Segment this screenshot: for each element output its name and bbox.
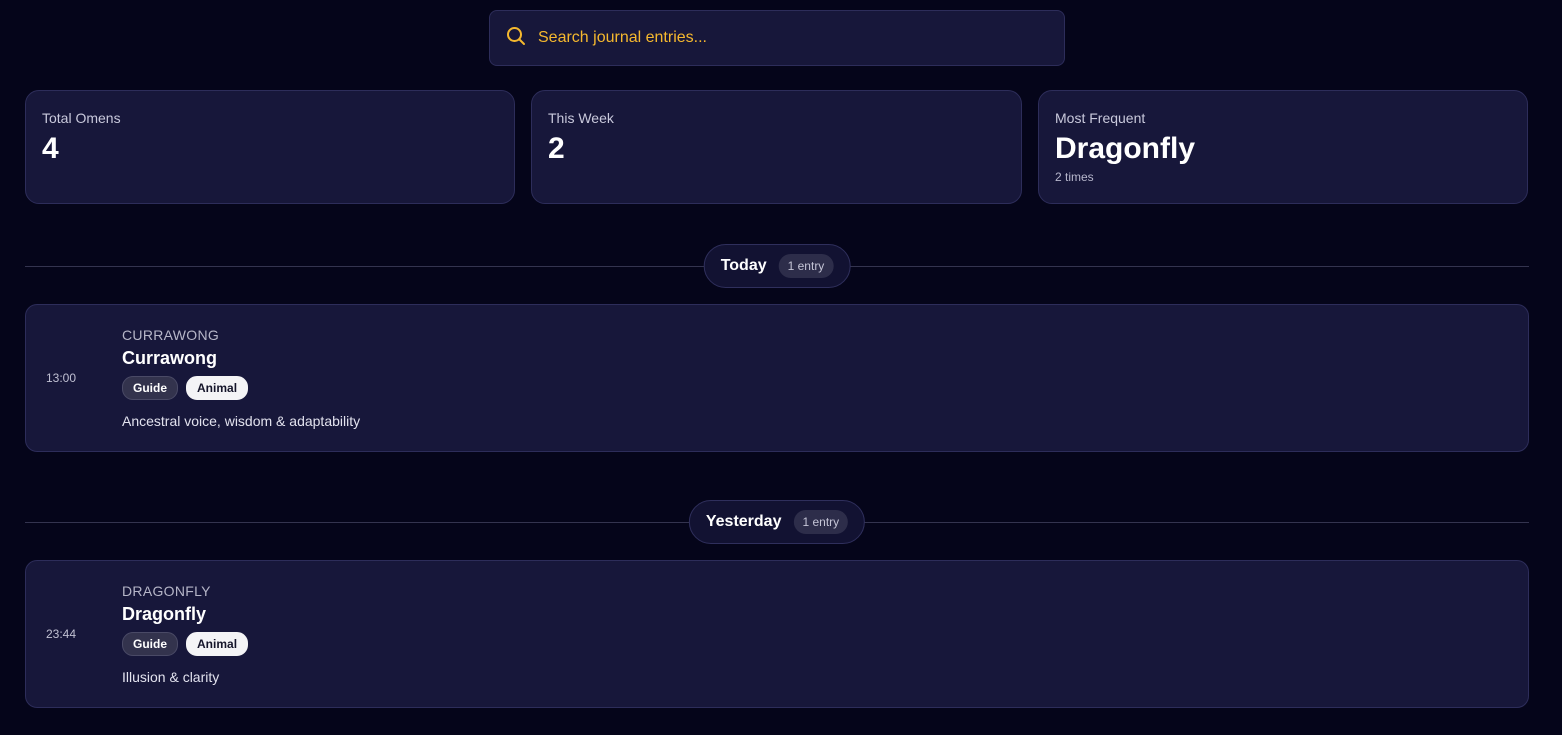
omen-journal-page: Total Omens 4 This Week 2 Most Frequent … [0,0,1562,735]
day-label: Today [720,257,767,274]
entry-time: 13:00 [46,371,77,385]
tag-animal: Animal [186,376,249,400]
tag-guide: Guide [122,376,179,400]
tag-list: Guide Animal [122,632,249,656]
stat-label: This Week [548,110,614,126]
day-divider-yesterday: Yesterday 1 entry [25,500,1529,544]
stat-label: Total Omens [42,110,121,126]
stat-label: Most Frequent [1055,110,1146,126]
tag-list: Guide Animal [122,376,360,400]
search-icon [506,26,526,51]
search-input[interactable] [538,11,1064,65]
entry-title: Dragonfly [122,604,207,624]
journal-entry-card[interactable]: 23:44 DRAGONFLY Dragonfly Guide Animal I… [25,560,1529,708]
day-pill: Today 1 entry [703,244,851,288]
entry-kicker: CURRAWONG [122,327,220,343]
entry-description: Ancestral voice, wisdom & adaptability [122,413,361,429]
entry-count-badge: 1 entry [793,510,849,534]
tag-guide: Guide [122,632,179,656]
journal-entry-card[interactable]: 13:00 CURRAWONG Currawong Guide Animal A… [25,304,1529,452]
stat-card-total-omens: Total Omens 4 [25,90,515,204]
stat-value: Dragonfly [1055,132,1196,165]
stat-value: 4 [42,132,59,165]
entry-title: Currawong [122,348,218,368]
entry-time: 23:44 [46,627,77,641]
entry-count-badge: 1 entry [778,254,834,278]
stat-value: 2 [548,132,565,165]
stat-sub: 2 times [1055,170,1094,184]
search-bar[interactable] [489,10,1065,66]
day-divider-today: Today 1 entry [25,244,1529,288]
day-label: Yesterday [705,513,782,530]
day-pill: Yesterday 1 entry [688,500,866,544]
entry-kicker: DRAGONFLY [122,583,211,599]
tag-animal: Animal [186,632,249,656]
entry-description: Illusion & clarity [122,669,220,685]
entry-body: CURRAWONG Currawong Guide Animal Ancestr… [122,327,360,429]
stat-card-this-week: This Week 2 [531,90,1022,204]
entry-body: DRAGONFLY Dragonfly Guide Animal Illusio… [122,583,249,685]
stat-card-most-frequent: Most Frequent Dragonfly 2 times [1038,90,1528,204]
